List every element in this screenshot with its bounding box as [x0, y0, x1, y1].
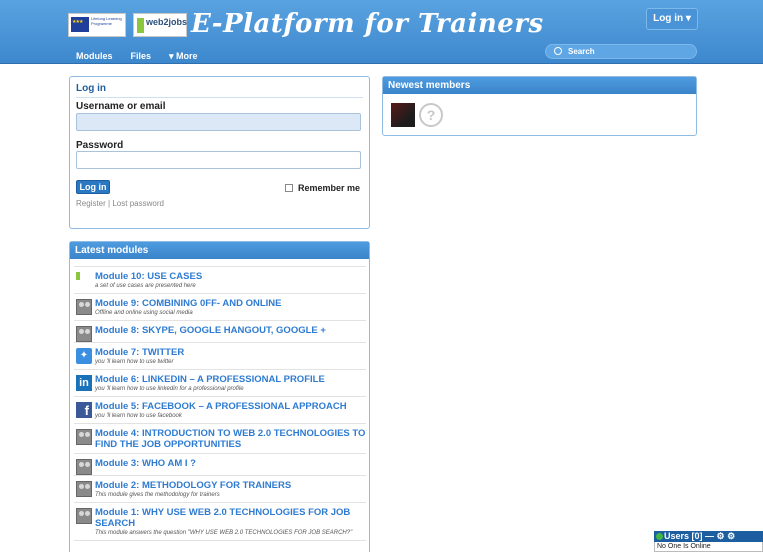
module-list-item[interactable]: Module 1: WHY USE WEB 2.0 TECHNOLOGIES F…: [74, 503, 366, 541]
module-list-item[interactable]: f Module 5: FACEBOOK – A PROFESSIONAL APP…: [74, 397, 366, 424]
module-title-link[interactable]: Module 6: LINKEDIN – A PROFESSIONAL PROF…: [95, 374, 366, 385]
w2e-icon: [76, 272, 92, 288]
nav-modules[interactable]: Modules: [76, 51, 113, 62]
nav-more[interactable]: ▾ More: [169, 51, 198, 62]
login-button[interactable]: Log in: [76, 180, 110, 194]
module-title-link[interactable]: Module 9: COMBINING 0FF- AND ONLINE: [95, 298, 366, 309]
module-title-link[interactable]: Module 10: USE CASES: [95, 271, 366, 282]
module-list-item[interactable]: Module 10: USE CASES a set of use cases a…: [74, 266, 366, 294]
web2jobs-logo[interactable]: web2jobs: [133, 13, 187, 37]
divider: [76, 97, 363, 98]
search-icon: [554, 47, 562, 55]
lost-password-link[interactable]: Lost password: [112, 199, 164, 208]
people-icon: [76, 429, 92, 445]
eu-flag-icon: [71, 17, 89, 32]
module-title-link[interactable]: Module 2: METHODOLOGY FOR TRAINERS: [95, 480, 366, 491]
remember-me-label: Remember me: [298, 183, 361, 193]
username-label: Username or email: [76, 101, 166, 112]
site-title[interactable]: E-Platform for Trainers: [191, 9, 544, 39]
module-list-item[interactable]: Module 8: SKYPE, GOOGLE HANGOUT, GOOGLE …: [74, 321, 366, 343]
account-links: Register | Lost password: [76, 199, 164, 208]
nav-files[interactable]: Files: [131, 51, 152, 62]
login-panel: Log in Username or email Password Log in…: [69, 76, 370, 229]
users-widget-body: No One Is Online: [654, 542, 763, 552]
module-title-link[interactable]: Module 1: WHY USE WEB 2.0 TECHNOLOGIES F…: [95, 507, 366, 529]
latest-modules-title: Latest modules: [70, 242, 369, 259]
module-list: Module 10: USE CASES a set of use cases a…: [74, 266, 366, 541]
people-icon: [76, 326, 92, 342]
password-field[interactable]: [76, 151, 361, 169]
module-list-item[interactable]: Module 3: WHO AM I ?: [74, 454, 366, 476]
link-separator: |: [108, 199, 111, 208]
people-icon: [76, 459, 92, 475]
search-input[interactable]: Search: [545, 44, 697, 59]
module-list-item[interactable]: in Module 6: LINKEDIN – A PROFESSIONAL PR…: [74, 370, 366, 397]
web2jobs-mark-icon: [137, 18, 144, 33]
facebook-icon: f: [76, 402, 92, 418]
eu-lifelong-learning-logo[interactable]: Lifelong Learning Programme: [68, 13, 126, 37]
password-label: Password: [76, 140, 124, 151]
module-list-item[interactable]: Module 2: METHODOLOGY FOR TRAINERS This m…: [74, 476, 366, 503]
people-icon: [76, 481, 92, 497]
remember-me-checkbox[interactable]: [285, 184, 293, 192]
top-header: Lifelong Learning Programme web2jobs E-P…: [0, 0, 763, 64]
latest-modules-panel: Latest modules Module 10: USE CASES a set…: [69, 241, 370, 552]
eu-logo-text: Lifelong Learning Programme: [91, 16, 122, 26]
twitter-icon: ✦: [76, 348, 92, 364]
users-widget-header[interactable]: Users [0] — ⚙ ⚙: [654, 531, 763, 542]
linkedin-icon: in: [76, 375, 92, 391]
main-nav: Modules Files ▾ More: [76, 51, 198, 62]
search-placeholder: Search: [568, 47, 595, 56]
module-description: you 'll learn how to use linkedin for a …: [95, 386, 244, 392]
newest-members-panel: Newest members ?: [382, 76, 697, 136]
module-description: you 'll learn how to use twitter: [95, 359, 174, 365]
remember-me[interactable]: Remember me: [285, 183, 360, 193]
module-description: This module answers the question "WHY US…: [95, 530, 353, 536]
users-widget-controls[interactable]: — ⚙ ⚙: [705, 531, 735, 541]
module-list-item[interactable]: Module 9: COMBINING 0FF- AND ONLINE Offli…: [74, 294, 366, 321]
module-title-link[interactable]: Module 4: INTRODUCTION TO WEB 2.0 TECHNO…: [95, 428, 366, 450]
module-description: you 'll learn how to use facebook: [95, 413, 182, 419]
people-icon: [76, 299, 92, 315]
module-description: Offline and online using social media: [95, 310, 193, 316]
newest-members-title: Newest members: [383, 77, 696, 94]
member-avatar[interactable]: [391, 103, 415, 127]
login-menu-button[interactable]: Log in ▾: [646, 8, 698, 30]
module-description: This module gives the methodology for tr…: [95, 492, 220, 498]
unknown-member-avatar-icon[interactable]: ?: [419, 103, 443, 127]
online-status-icon: [656, 533, 663, 540]
module-title-link[interactable]: Module 8: SKYPE, GOOGLE HANGOUT, GOOGLE …: [95, 325, 366, 336]
module-list-item[interactable]: Module 4: INTRODUCTION TO WEB 2.0 TECHNO…: [74, 424, 366, 454]
login-panel-title: Log in: [76, 83, 106, 94]
module-title-link[interactable]: Module 3: WHO AM I ?: [95, 458, 366, 469]
module-description: a set of use cases are presented here: [95, 283, 196, 289]
username-field[interactable]: [76, 113, 361, 131]
web2jobs-logo-text: web2jobs: [146, 17, 188, 27]
users-online-widget: Users [0] — ⚙ ⚙ No One Is Online: [654, 531, 763, 552]
module-list-item[interactable]: ✦ Module 7: TWITTER you 'll learn how to u…: [74, 343, 366, 370]
people-icon: [76, 508, 92, 524]
register-link[interactable]: Register: [76, 199, 106, 208]
users-widget-title: Users [0]: [664, 531, 703, 541]
module-title-link[interactable]: Module 7: TWITTER: [95, 347, 366, 358]
module-title-link[interactable]: Module 5: FACEBOOK – A PROFESSIONAL APPR…: [95, 401, 366, 412]
